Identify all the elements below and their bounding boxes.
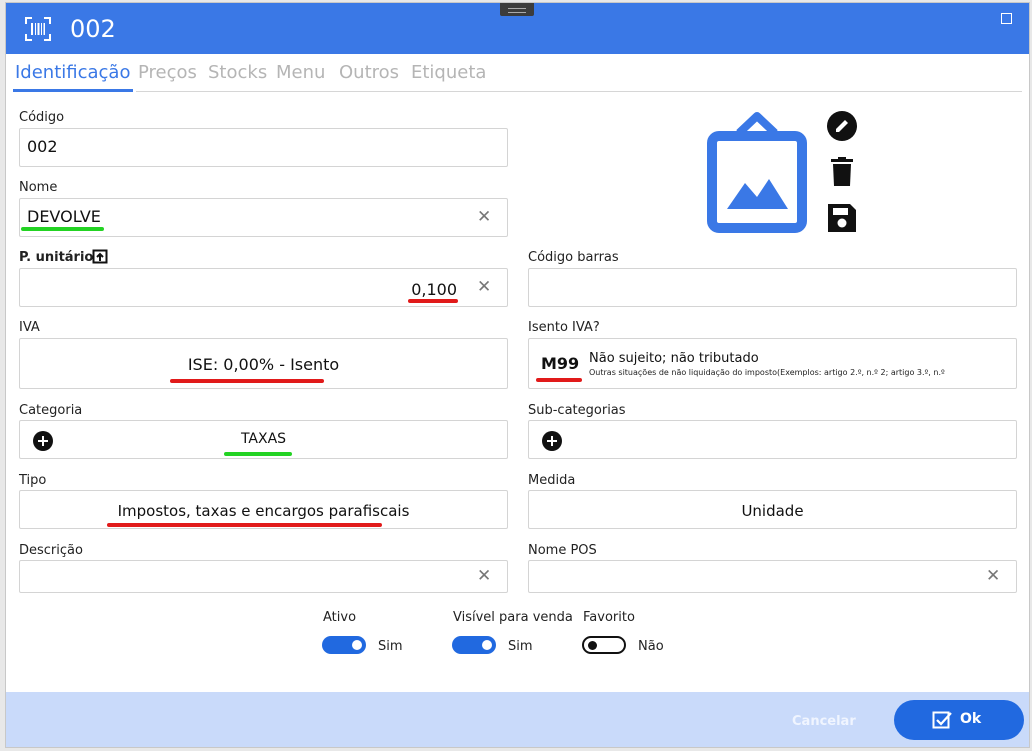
- dialog-footer: Cancelar Ok: [6, 692, 1029, 747]
- ativo-value: Sim: [378, 639, 403, 654]
- favorito-value: Não: [638, 639, 664, 654]
- product-dialog: 002 Identificação Preços Stocks Menu Out…: [5, 2, 1030, 748]
- visivel-label: Visível para venda: [453, 610, 573, 625]
- iva-label: IVA: [19, 320, 40, 335]
- ok-button[interactable]: Ok: [894, 700, 1024, 740]
- tipo-highlight: [107, 523, 382, 527]
- tab-outros[interactable]: Outros: [339, 62, 399, 83]
- tab-etiqueta[interactable]: Etiqueta: [411, 62, 486, 83]
- image-placeholder-icon[interactable]: [707, 111, 807, 235]
- medida-label: Medida: [528, 473, 576, 488]
- clear-icon[interactable]: ✕: [477, 277, 491, 297]
- favorito-toggle[interactable]: [582, 636, 626, 654]
- iva-select[interactable]: ISE: 0,00% - Isento: [19, 338, 508, 389]
- barcode-icon: [25, 17, 51, 41]
- iva-highlight: [170, 379, 324, 383]
- codigo-barras-field[interactable]: [528, 268, 1017, 307]
- tabs-divider: [136, 91, 1022, 92]
- visivel-toggle[interactable]: [452, 636, 496, 654]
- add-icon[interactable]: [542, 431, 562, 451]
- edit-icon[interactable]: [827, 111, 857, 141]
- tab-precos[interactable]: Preços: [138, 62, 197, 83]
- nome-highlight: [21, 227, 104, 231]
- nome-pos-field[interactable]: ✕: [528, 560, 1017, 593]
- medida-select[interactable]: Unidade: [528, 490, 1017, 529]
- active-tab-indicator: [13, 89, 133, 92]
- isento-detail: Outras situações de não liquidação do im…: [589, 368, 945, 377]
- nome-label: Nome: [19, 180, 58, 195]
- cancel-button[interactable]: Cancelar: [792, 714, 856, 729]
- nome-value: DEVOLVE: [27, 207, 101, 226]
- preco-highlight: [408, 299, 458, 303]
- clear-icon[interactable]: ✕: [477, 207, 491, 227]
- isento-highlight: [536, 378, 582, 382]
- maximize-icon[interactable]: [1001, 13, 1012, 24]
- preco-field[interactable]: 0,100 ✕: [19, 268, 508, 307]
- codigo-field[interactable]: 002: [19, 128, 508, 167]
- descricao-field[interactable]: ✕: [19, 560, 508, 593]
- title-bar: 002: [6, 3, 1029, 54]
- visivel-value: Sim: [508, 639, 533, 654]
- isento-select[interactable]: M99 Não sujeito; não tributado Outras si…: [528, 338, 1017, 389]
- descricao-label: Descrição: [19, 543, 83, 558]
- preco-label: P. unitário: [19, 250, 94, 265]
- ativo-toggle[interactable]: [322, 636, 366, 654]
- tipo-value: Impostos, taxas e encargos parafiscais: [117, 502, 410, 520]
- tab-stocks[interactable]: Stocks: [208, 62, 267, 83]
- categoria-field[interactable]: TAXAS: [19, 420, 508, 459]
- isento-label: Isento IVA?: [528, 320, 600, 335]
- ok-label: Ok: [960, 711, 982, 727]
- nome-pos-label: Nome POS: [528, 543, 597, 558]
- medida-value: Unidade: [741, 502, 804, 520]
- nome-field[interactable]: DEVOLVE ✕: [19, 198, 508, 237]
- paste-icon[interactable]: [92, 249, 108, 264]
- tab-menu[interactable]: Menu: [276, 62, 325, 83]
- isento-title: Não sujeito; não tributado: [589, 351, 759, 366]
- subcategorias-label: Sub-categorias: [528, 403, 626, 418]
- categoria-label: Categoria: [19, 403, 83, 418]
- codigo-label: Código: [19, 110, 65, 125]
- checkbox-icon: [932, 711, 952, 729]
- tab-identificacao[interactable]: Identificação: [15, 62, 130, 83]
- preco-value: 0,100: [411, 280, 457, 299]
- ativo-label: Ativo: [323, 610, 357, 625]
- categoria-highlight: [224, 452, 292, 456]
- window-title: 002: [70, 15, 116, 43]
- iva-value: ISE: 0,00% - Isento: [187, 355, 340, 374]
- categoria-value: TAXAS: [240, 431, 287, 447]
- tipo-label: Tipo: [19, 473, 47, 488]
- tipo-select[interactable]: Impostos, taxas e encargos parafiscais: [19, 490, 508, 529]
- drag-handle[interactable]: [500, 3, 534, 16]
- favorito-label: Favorito: [583, 610, 635, 625]
- clear-icon[interactable]: ✕: [986, 566, 1000, 586]
- subcategorias-field[interactable]: [528, 420, 1017, 459]
- tab-bar: Identificação Preços Stocks Menu Outros …: [6, 59, 1029, 92]
- save-icon[interactable]: [826, 202, 858, 234]
- clear-icon[interactable]: ✕: [477, 566, 491, 586]
- isento-code: M99: [541, 354, 580, 373]
- codigo-barras-label: Código barras: [528, 250, 619, 265]
- codigo-value: 002: [27, 137, 58, 156]
- delete-icon[interactable]: [830, 157, 854, 187]
